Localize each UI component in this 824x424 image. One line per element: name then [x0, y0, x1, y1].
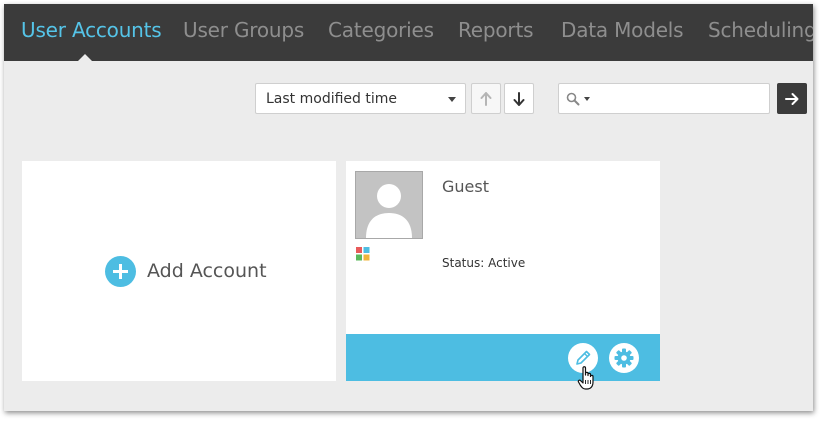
user-name: Guest [442, 177, 489, 196]
search-icon[interactable] [566, 92, 580, 106]
plus-circle-icon [105, 256, 136, 287]
arrow-up-icon [480, 91, 492, 106]
add-account-card[interactable]: Add Account [22, 161, 336, 381]
tab-user-accounts[interactable]: User Accounts [21, 18, 162, 42]
tab-scheduling[interactable]: Scheduling [708, 18, 813, 42]
sort-descending-button[interactable] [504, 83, 534, 114]
hand-cursor-icon [577, 366, 594, 390]
add-account-label: Add Account [147, 260, 267, 282]
user-settings-button[interactable] [609, 343, 639, 373]
search-options-caret-icon[interactable] [584, 97, 590, 101]
active-tab-indicator [78, 54, 92, 61]
search-go-button[interactable] [777, 83, 807, 114]
sort-dropdown[interactable]: Last modified time [255, 83, 466, 114]
caret-down-icon [448, 97, 456, 102]
app-window: User Accounts User Groups Categories Rep… [4, 4, 813, 411]
role-tiles-icon [356, 247, 370, 261]
avatar [355, 171, 423, 239]
gear-icon [614, 348, 634, 368]
sort-selected-value: Last modified time [266, 91, 397, 107]
arrow-right-icon [785, 92, 799, 105]
tab-data-models[interactable]: Data Models [561, 18, 684, 42]
user-card-guest: Guest Status: Active [346, 161, 660, 381]
user-silhouette-icon [366, 184, 412, 238]
user-card-actions [346, 334, 660, 381]
user-status: Status: Active [442, 256, 526, 270]
search-input[interactable] [597, 88, 766, 111]
tab-user-groups[interactable]: User Groups [183, 18, 304, 42]
arrow-down-icon [513, 91, 525, 106]
tab-categories[interactable]: Categories [328, 18, 434, 42]
top-navigation: User Accounts User Groups Categories Rep… [4, 4, 813, 61]
tab-reports[interactable]: Reports [458, 18, 534, 42]
sort-ascending-button[interactable] [471, 83, 501, 114]
search-box [558, 83, 770, 114]
